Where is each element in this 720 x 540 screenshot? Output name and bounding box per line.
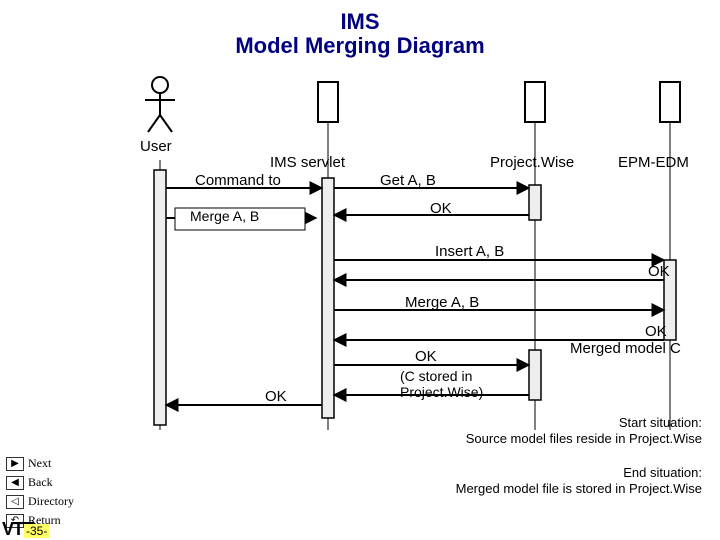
msg-merge-ab-2: Merge A, B [405, 294, 479, 311]
nav-panel: ▶ Next ◀ Back ◁ Directory ↶ Return [6, 456, 74, 528]
nav-directory[interactable]: ◁ Directory [6, 494, 74, 509]
end-situation: End situation: Merged model file is stor… [452, 465, 702, 496]
msg-merge-ab-1: Merge A, B [190, 208, 259, 224]
msg-get-ab: Get A, B [380, 172, 436, 189]
next-icon: ▶ [6, 457, 24, 471]
msg-ok-2: OK [648, 263, 670, 280]
epm-head-icon [660, 82, 680, 122]
start-situation: Start situation: Source model files resi… [452, 415, 702, 446]
nav-back[interactable]: ◀ Back [6, 475, 74, 490]
directory-icon: ◁ [6, 495, 24, 509]
msg-ok-1: OK [430, 200, 452, 217]
ims-head-icon [318, 82, 338, 122]
pw-label: Project.Wise [490, 154, 574, 171]
msg-stored: (C stored in Project.Wise) [400, 368, 483, 400]
pw-activation-1 [529, 185, 541, 220]
msg-ok-4a: OK [415, 348, 437, 365]
msg-command-to: Command to [195, 172, 281, 189]
msg-merged-c: Merged model C [570, 340, 681, 357]
pw-head-icon [525, 82, 545, 122]
msg-ok-5: OK [265, 388, 287, 405]
msg-insert-ab: Insert A, B [435, 243, 504, 260]
ims-label: IMS servlet [270, 154, 345, 171]
page-number: -35- [24, 524, 49, 538]
back-icon: ◀ [6, 476, 24, 490]
nav-directory-label: Directory [28, 494, 74, 509]
epm-label: EPM-EDM [618, 154, 689, 171]
start-situation-text: Source model files reside in Project.Wis… [466, 431, 702, 446]
end-situation-text: Merged model file is stored in Project.W… [456, 481, 702, 496]
start-situation-label: Start situation: [619, 415, 702, 430]
nav-next-label: Next [28, 456, 51, 471]
user-activation [154, 170, 166, 425]
ims-activation [322, 178, 334, 418]
nav-next[interactable]: ▶ Next [6, 456, 74, 471]
end-situation-label: End situation: [623, 465, 702, 480]
user-actor-icon [145, 77, 175, 132]
user-label: User [140, 138, 172, 155]
sequence-diagram [0, 0, 720, 540]
pw-activation-2 [529, 350, 541, 400]
msg-ok-3: OK [645, 323, 667, 340]
nav-back-label: Back [28, 475, 53, 490]
